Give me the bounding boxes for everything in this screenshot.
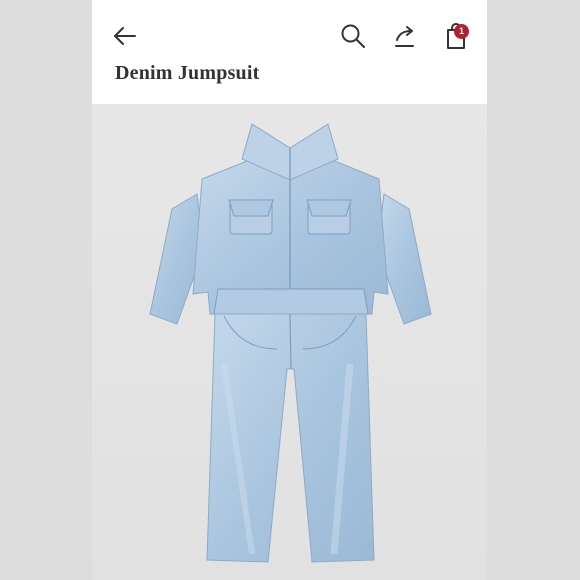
back-arrow-icon[interactable] xyxy=(112,24,138,48)
search-icon[interactable] xyxy=(340,23,366,49)
mobile-product-page: 1 Denim Jumpsuit xyxy=(92,0,487,580)
product-image[interactable] xyxy=(92,104,487,580)
left-background-frame xyxy=(0,0,92,580)
bag-count-badge: 1 xyxy=(454,24,469,39)
page-title: Denim Jumpsuit xyxy=(115,62,260,84)
product-header: 1 Denim Jumpsuit xyxy=(92,0,487,104)
denim-jumpsuit-illustration xyxy=(149,123,432,563)
share-icon[interactable] xyxy=(392,23,418,49)
right-background-frame xyxy=(487,0,580,580)
